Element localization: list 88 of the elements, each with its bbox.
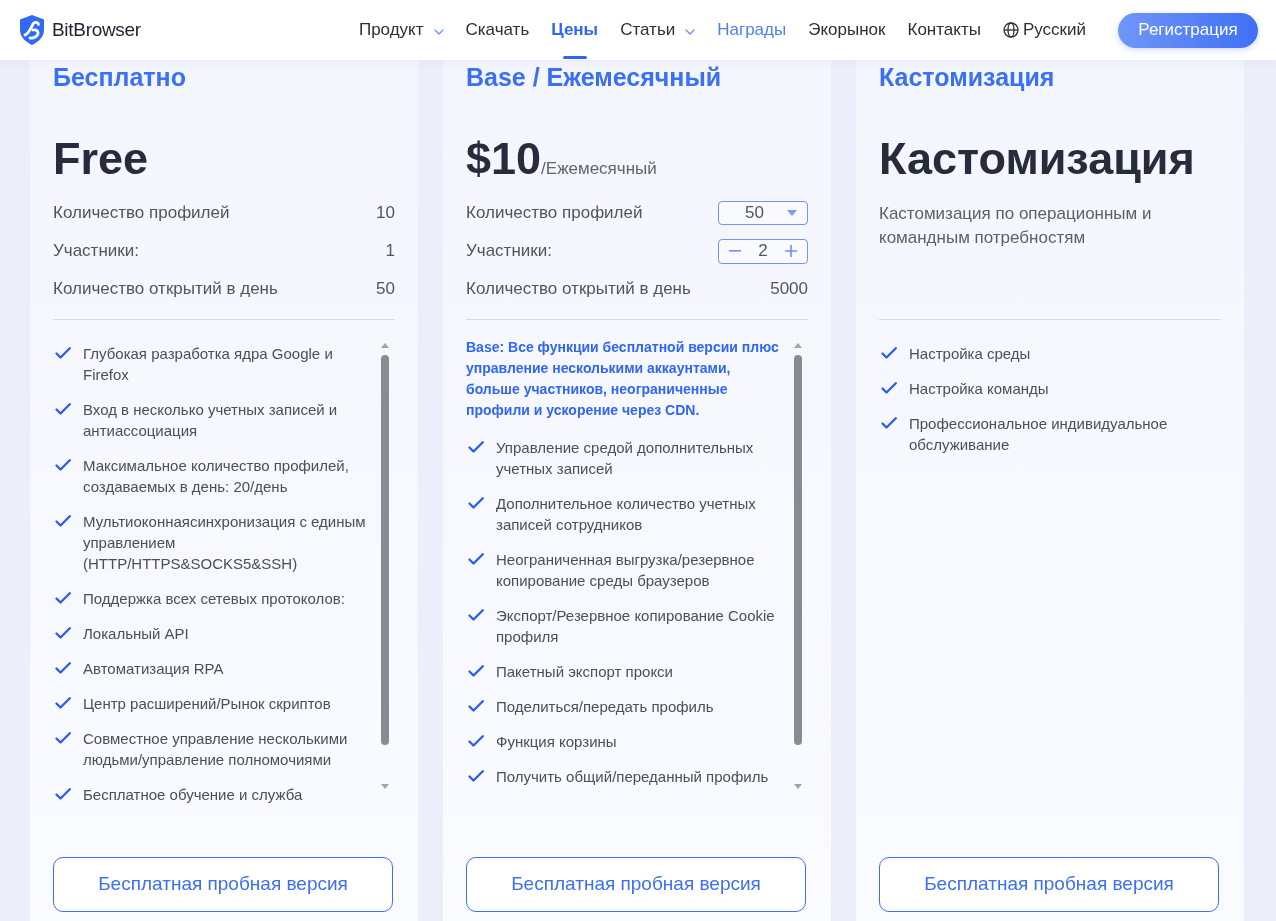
check-icon xyxy=(468,770,484,782)
feature-text: Профессиональное индивидуальное обслуживание xyxy=(909,414,1169,455)
feature-text: Пакетный экспорт прокси xyxy=(496,662,673,682)
check-icon xyxy=(55,459,71,471)
globe-icon xyxy=(1002,22,1019,38)
scrollbar-thumb[interactable] xyxy=(794,355,802,745)
scroll-up-icon[interactable] xyxy=(794,343,802,348)
check-icon xyxy=(881,382,897,394)
feature-text: Мультиоконнаясинхронизация с единым управлением (HTTP/HTTPS&SOCKS5&SSH) xyxy=(83,512,367,574)
check-icon xyxy=(55,403,71,415)
check-icon xyxy=(468,735,484,747)
check-icon xyxy=(881,417,897,429)
plus-icon[interactable] xyxy=(785,245,797,257)
free-trial-button[interactable]: Бесплатная пробная версия xyxy=(53,857,393,912)
brand-name[interactable]: BitBrowser xyxy=(52,15,141,45)
feature-text: Вход в несколько учетных записей и антиассоциация xyxy=(83,400,339,441)
plan-name: Кастомизация xyxy=(879,63,1056,91)
spec-value: 50 xyxy=(376,279,395,299)
spec-label: Количество профилей xyxy=(466,203,643,223)
spec-label: Количество открытий в день xyxy=(466,279,691,299)
nav-link[interactable]: Статьи xyxy=(620,20,696,40)
feature-text: Поддержка всех сетевых протоколов: xyxy=(83,589,345,609)
check-icon xyxy=(55,788,71,800)
check-icon xyxy=(468,700,484,712)
check-icon xyxy=(468,441,484,453)
feature-text: Глубокая разработка ядра Google и Firefox xyxy=(83,344,334,385)
check-icon xyxy=(55,627,71,639)
nav-link[interactable]: Цены xyxy=(551,20,599,40)
plan-description: Кастомизация по операционным и командным потребностям xyxy=(879,203,1153,249)
check-icon xyxy=(55,515,71,527)
feature-text: Бесплатное обучение и служба xyxy=(83,785,303,805)
spec-value: 10 xyxy=(376,203,395,223)
spec-label: Участники: xyxy=(53,241,139,261)
billing-period: /Ежемесячный xyxy=(541,159,657,179)
spec-label: Участники: xyxy=(466,241,552,261)
check-icon xyxy=(468,609,484,621)
active-underline xyxy=(562,56,587,59)
feature-text: Настройка команды xyxy=(909,379,1049,399)
free-trial-button[interactable]: Бесплатная пробная версия xyxy=(466,857,806,912)
feature-text: Управление средой дополнительных учетных записей xyxy=(496,438,755,479)
caret-down-icon xyxy=(787,210,797,216)
feature-text: Совместное управление несколькими людьми/управление полномочиями xyxy=(83,729,349,770)
spec-value: 1 xyxy=(385,241,395,261)
check-icon xyxy=(468,665,484,677)
register-button[interactable]: Регистрация xyxy=(1118,12,1258,48)
scroll-up-icon[interactable] xyxy=(381,343,389,348)
nav-link[interactable]: Награды xyxy=(717,20,787,40)
nav-link[interactable]: Контакты xyxy=(907,20,981,40)
plan-price: Free xyxy=(53,137,149,181)
spec-label: Количество открытий в день xyxy=(53,279,278,299)
nav-link[interactable]: Продукт xyxy=(358,20,444,40)
feature-text: Дополнительное количество учетных записей сотрудников xyxy=(496,494,757,535)
spec-value: 5000 xyxy=(770,279,808,299)
profiles-select[interactable]: 50 xyxy=(718,201,808,225)
feature-text: Центр расширений/Рынок скриптов xyxy=(83,694,331,714)
feature-text: Максимальное количество профилей, создаваемых в день: 20/день xyxy=(83,456,350,497)
check-icon xyxy=(55,732,71,744)
free-trial-button[interactable]: Бесплатная пробная версия xyxy=(879,857,1219,912)
check-icon xyxy=(55,662,71,674)
scroll-down-icon[interactable] xyxy=(794,784,802,789)
plan-name: Base / Ежемесячный xyxy=(466,63,723,91)
feature-text: Локальный API xyxy=(83,624,189,644)
shield-logo-icon[interactable] xyxy=(18,14,46,46)
feature-text: Неограниченная выгрузка/резервное копирование среды браузеров xyxy=(496,550,756,591)
plan-summary: Base: Все функции бесплатной версии плюс управление несколькими аккаунтами, больше участников, неограниченные профили и ускорение через CDN. xyxy=(466,338,780,420)
quantity-stepper[interactable]: 2 xyxy=(718,238,808,264)
check-icon xyxy=(55,697,71,709)
check-icon xyxy=(468,553,484,565)
plan-price: Кастомизация xyxy=(879,137,1195,181)
feature-text: Поделиться/передать профиль xyxy=(496,697,714,717)
plan-name: Бесплатно xyxy=(53,63,187,91)
nav-link[interactable]: Экорынок xyxy=(808,20,886,40)
spec-label: Количество профилей xyxy=(53,203,230,223)
scroll-down-icon[interactable] xyxy=(381,784,389,789)
minus-icon[interactable] xyxy=(729,250,741,252)
plan-price: $10 xyxy=(466,137,542,181)
feature-text: Настройка среды xyxy=(909,344,1031,364)
feature-text: Автоматизация RPA xyxy=(83,659,224,679)
check-icon xyxy=(55,592,71,604)
feature-text: Функция корзины xyxy=(496,732,617,752)
nav-link[interactable]: Скачать xyxy=(465,20,530,40)
scrollbar-thumb[interactable] xyxy=(381,355,389,745)
feature-text: Получить общий/переданный профиль xyxy=(496,767,769,787)
language-selector[interactable]: Русский xyxy=(1002,20,1086,40)
check-icon xyxy=(55,347,71,359)
check-icon xyxy=(881,347,897,359)
check-icon xyxy=(468,497,484,509)
feature-text: Экспорт/Резервное копирование Cookie профиля xyxy=(496,606,776,647)
